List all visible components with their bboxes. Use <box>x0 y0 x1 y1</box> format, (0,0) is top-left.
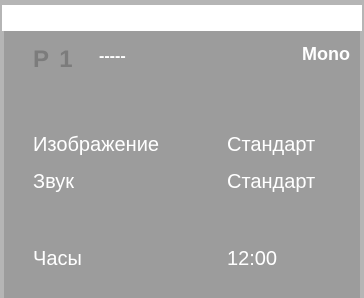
channel-name: ----- <box>99 48 126 65</box>
tv-screen: P 1 ----- Mono Изображение Стандарт Звук… <box>0 0 364 298</box>
sound-label: Звук <box>33 171 75 193</box>
picture-label: Изображение <box>33 134 159 156</box>
sound-value: Стандарт <box>227 171 316 193</box>
picture-value: Стандарт <box>227 134 316 156</box>
top-white-band <box>2 5 362 31</box>
sound-mode-indicator: Mono <box>302 44 350 64</box>
channel-number: P 1 <box>33 46 75 73</box>
clock-value: 12:00 <box>227 248 278 270</box>
clock-label: Часы <box>33 248 82 270</box>
